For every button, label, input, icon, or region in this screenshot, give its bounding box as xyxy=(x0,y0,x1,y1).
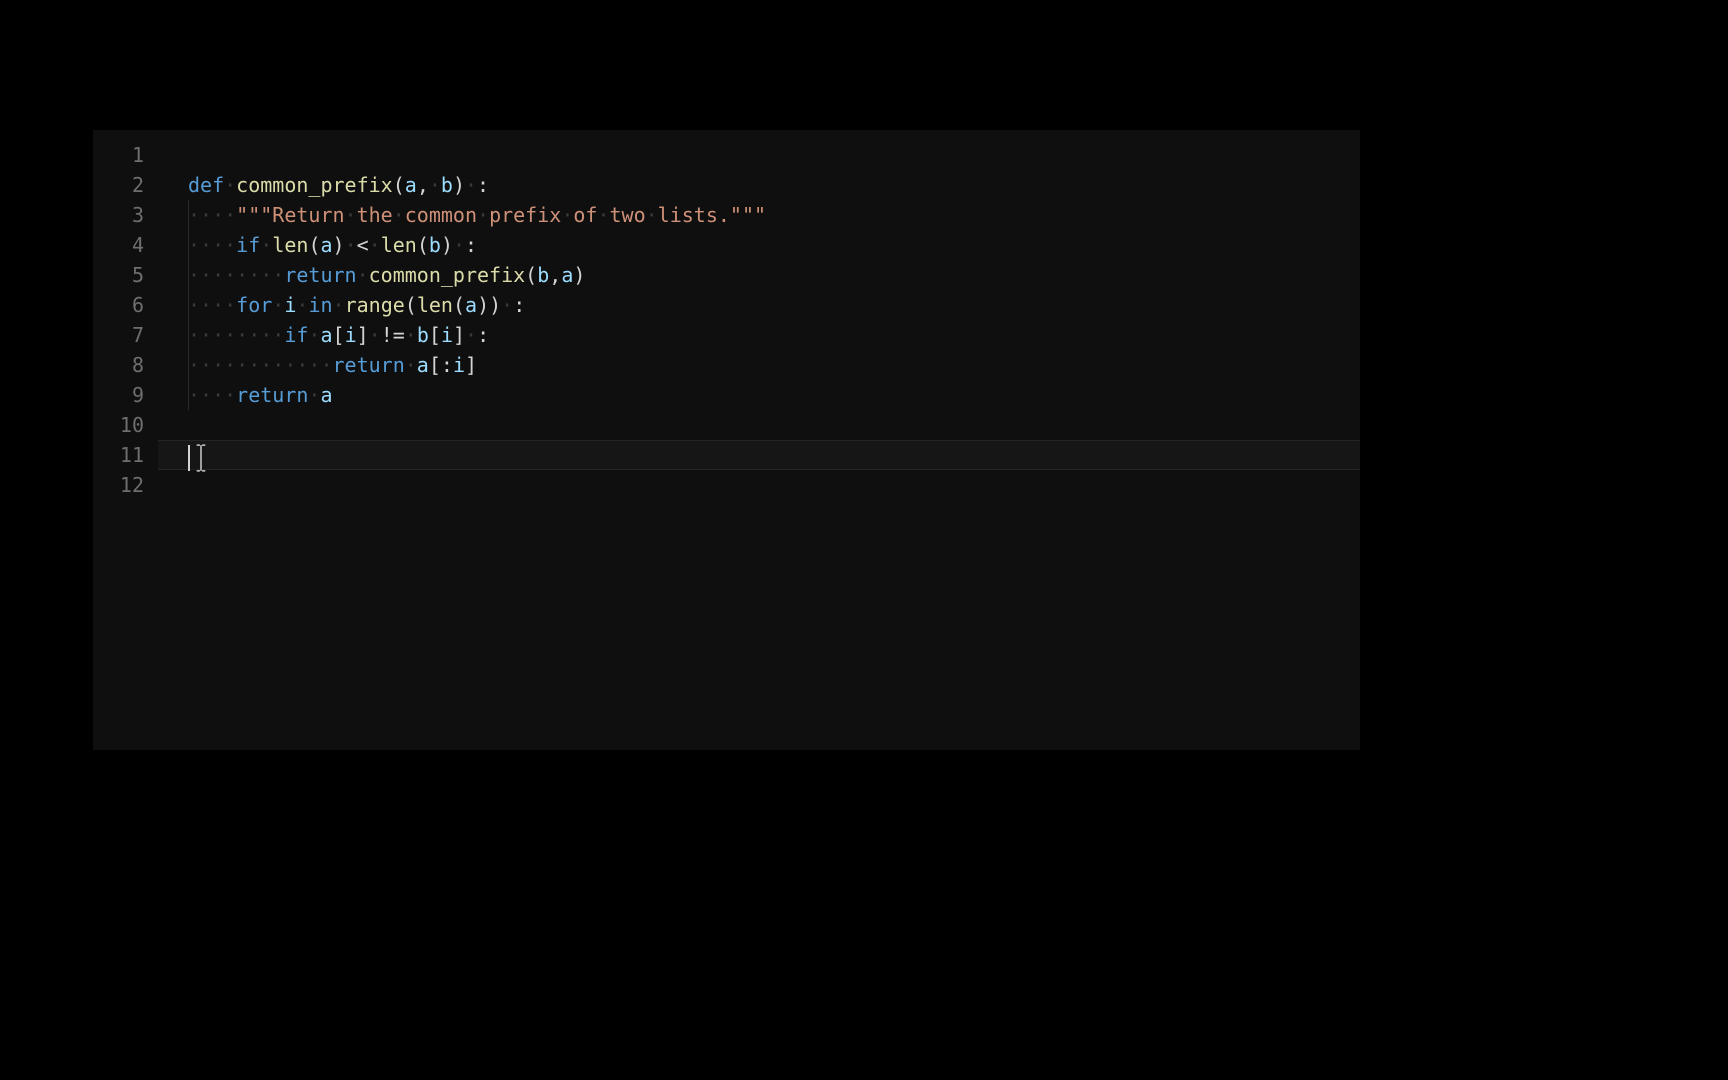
line-number: 9 xyxy=(93,380,158,410)
code-line[interactable]: ····for·i·in·range(len(a))·: xyxy=(188,290,1360,320)
code-line[interactable]: def·common_prefix(a,·b)·: xyxy=(188,170,1360,200)
line-number: 8 xyxy=(93,350,158,380)
code-text-area[interactable]: def·common_prefix(a,·b)·: ····"""Return·… xyxy=(158,130,1360,750)
line-number: 7 xyxy=(93,320,158,350)
line-number: 1 xyxy=(93,140,158,170)
code-line[interactable]: ····if·len(a)·<·len(b)·: xyxy=(188,230,1360,260)
line-number: 4 xyxy=(93,230,158,260)
code-line[interactable] xyxy=(188,140,1360,170)
line-number: 11 xyxy=(93,440,158,470)
line-number: 12 xyxy=(93,470,158,500)
ibeam-cursor-icon xyxy=(194,444,208,472)
line-number: 5 xyxy=(93,260,158,290)
line-number-gutter: 1 2 3 4 5 6 7 8 9 10 11 12 xyxy=(93,130,158,750)
code-line[interactable]: ········return·common_prefix(b,a) xyxy=(188,260,1360,290)
code-line[interactable]: ····"""Return·the·common·prefix·of·two·l… xyxy=(188,200,1360,230)
line-number: 6 xyxy=(93,290,158,320)
code-line[interactable]: ········if·a[i]·!=·b[i]·: xyxy=(188,320,1360,350)
code-line[interactable]: ············return·a[:i] xyxy=(188,350,1360,380)
line-number: 2 xyxy=(93,170,158,200)
text-cursor xyxy=(188,445,190,471)
code-line[interactable]: ····return·a xyxy=(188,380,1360,410)
code-editor[interactable]: 1 2 3 4 5 6 7 8 9 10 11 12 def·common_pr… xyxy=(93,130,1360,750)
code-line[interactable] xyxy=(188,470,1360,500)
code-line[interactable] xyxy=(188,410,1360,440)
code-line[interactable] xyxy=(188,440,1360,470)
line-number: 3 xyxy=(93,200,158,230)
line-number: 10 xyxy=(93,410,158,440)
